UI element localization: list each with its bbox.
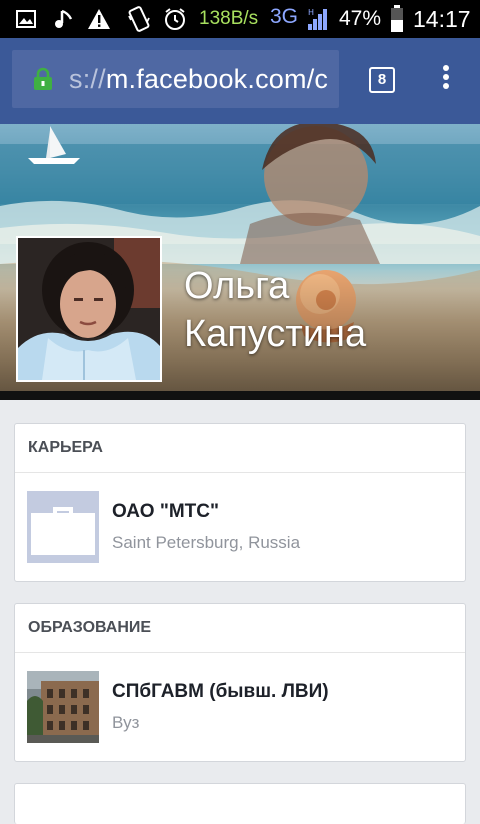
image-icon [14,0,38,38]
school-name[interactable]: СПбГАВМ (бывш. ЛВИ) [112,681,329,703]
lock-icon[interactable] [32,67,54,91]
education-card: ОБРАЗОВАНИЕ СПбГАВМ (бывш. ЛВИ) Вуз [14,603,466,762]
education-row[interactable]: СПбГАВМ (бывш. ЛВИ) Вуз [15,653,465,760]
svg-text:H: H [308,8,314,17]
clock: 14:17 [413,6,471,32]
avatar [18,238,160,380]
url-text[interactable]: s://m.facebook.com/c [69,64,328,95]
url-bar[interactable]: s://m.facebook.com/c [12,50,339,108]
school-type: Вуз [112,713,140,732]
warning-icon [86,0,112,38]
employer-name[interactable]: ОАО "МТС" [112,501,219,523]
tabs-icon[interactable]: 8 [369,67,395,93]
battery-percent: 47% [339,7,382,30]
education-header: ОБРАЗОВАНИЕ [15,604,465,653]
url-host: m.facebook.com/c [105,64,329,94]
profile-avatar[interactable] [16,236,162,382]
overflow-menu-icon[interactable] [440,65,452,93]
network-speed: 138B/s [199,8,259,29]
phone-vibrate-icon [126,0,152,38]
browser-toolbar: s://m.facebook.com/c 8 [0,38,480,124]
employer-location: Saint Petersburg, Russia [112,533,301,552]
career-header: КАРЬЕРА [15,424,465,473]
music-icon [52,0,76,38]
next-card [14,783,466,824]
career-card: КАРЬЕРА ОАО "МТС" Saint Petersburg, Russ… [14,423,466,582]
battery-icon [388,0,406,38]
status-bar: 138B/s 3G H 47% 14:17 [0,0,480,38]
career-row[interactable]: ОАО "МТС" Saint Petersburg, Russia [15,473,465,580]
briefcase-icon [27,491,99,563]
profile-name[interactable]: Ольга Капустина [184,262,474,358]
signal-icon: H [306,0,330,38]
network-type: 3G [270,5,299,28]
alarm-icon [162,0,188,38]
url-scheme: s:// [69,64,106,94]
school-photo [27,671,99,743]
